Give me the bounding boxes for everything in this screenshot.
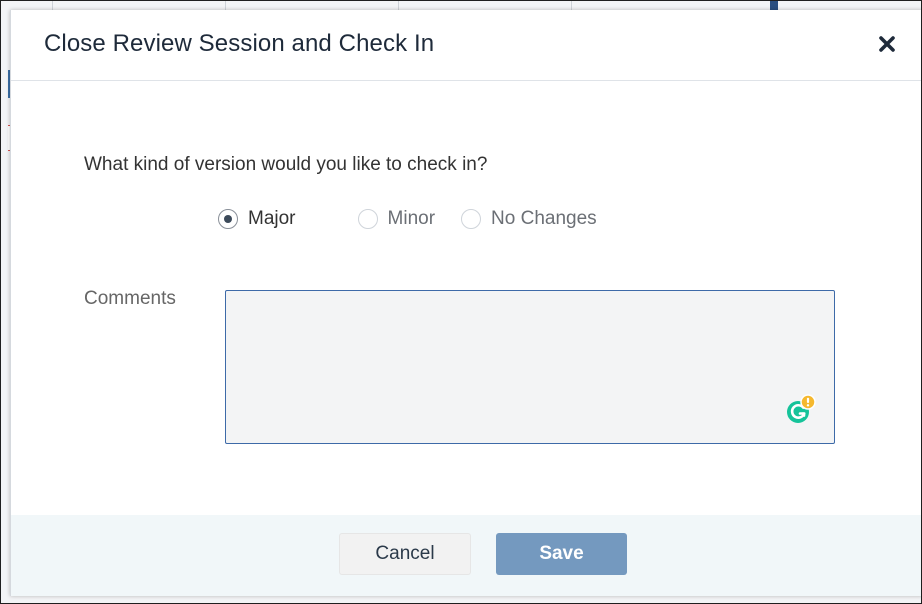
screenshot-border [0, 0, 922, 604]
